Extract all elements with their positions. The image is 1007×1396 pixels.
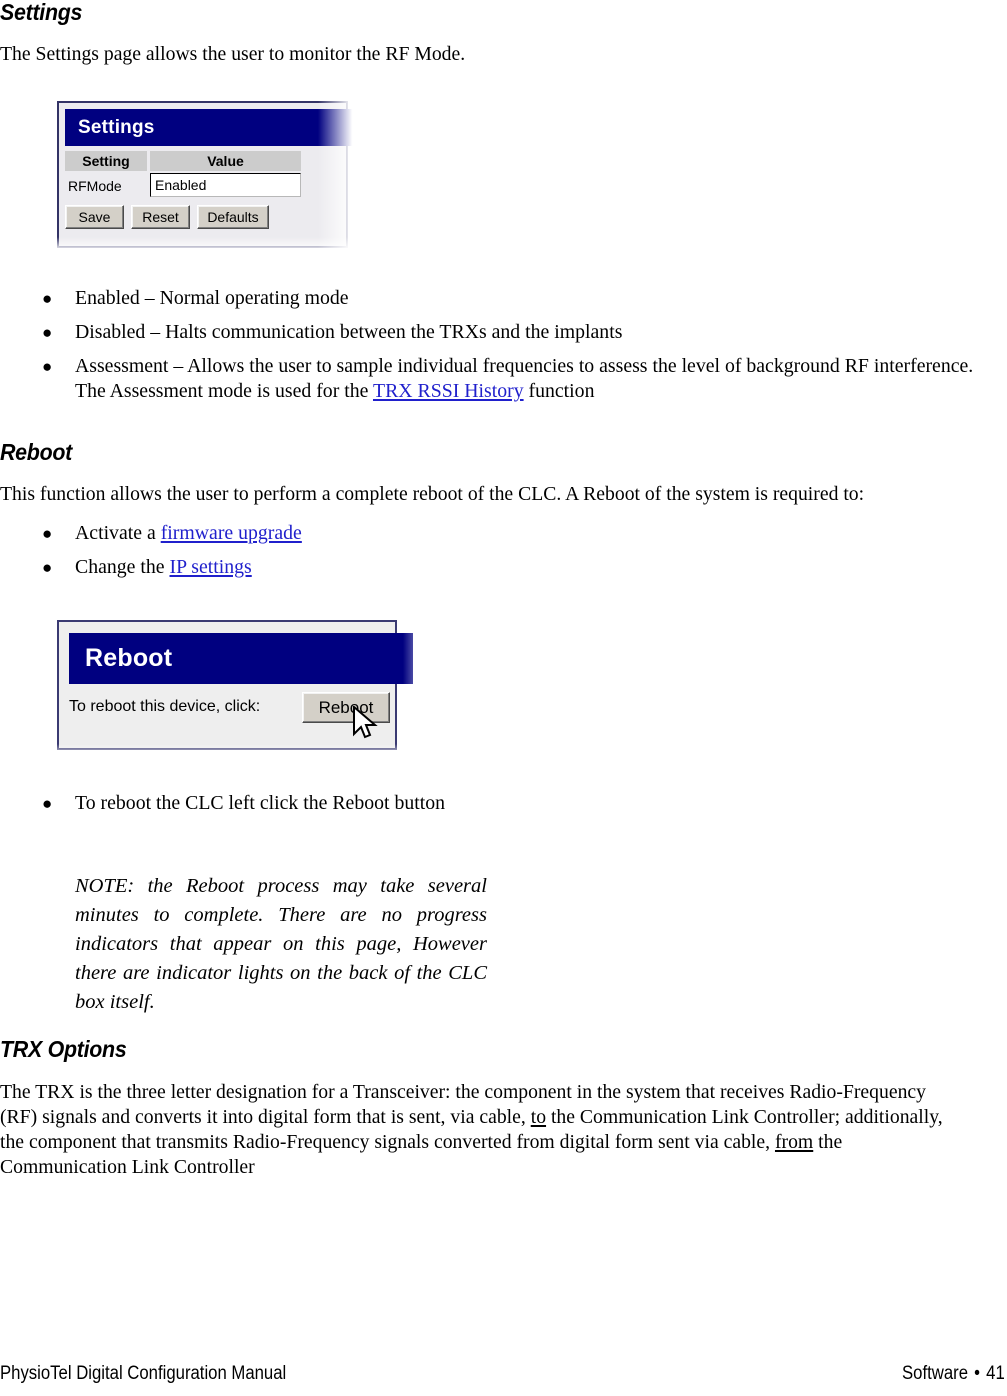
defaults-button[interactable]: Defaults [197,205,269,229]
list-item: ● Change the IP settings [0,555,1007,580]
section-settings: Settings The Settings page allows the us… [0,0,1007,67]
section-reboot: Reboot This function allows the user to … [0,439,1007,507]
trx-underline-to: to [530,1106,547,1129]
list-item-text: Disabled – Halts communication between t… [75,320,974,345]
settings-window-title: Settings [78,116,155,138]
bullet-icon: ● [42,794,53,813]
settings-row-label-rfmode: RFMode [68,177,122,194]
list-item-pre: Activate a [75,522,161,544]
footer-manual-title: PhysioTel Digital Configuration Manual [0,1363,287,1384]
bullet-icon: ● [42,323,53,342]
reboot-prompt-text: To reboot this device, click: [69,698,261,715]
link-firmware-upgrade[interactable]: firmware upgrade [161,522,302,544]
list-item: ● Enabled – Normal operating mode [0,286,1007,311]
footer-page-info: Software • 41 [902,1363,1005,1385]
list-item-text: Activate a firmware upgrade [75,521,974,546]
reboot-window-title: Reboot [85,644,173,672]
mouse-pointer-icon [353,706,378,739]
settings-bullet-list: ● Enabled – Normal operating mode ● Disa… [0,286,1007,413]
bullet-icon: ● [42,524,53,543]
bullet-icon: ● [42,357,53,376]
trx-options-paragraph: The TRX is the three letter designation … [0,1080,965,1180]
link-ip-settings[interactable]: IP settings [169,556,251,578]
heading-trx-options: TRX Options [0,1036,127,1062]
list-item-pre: Disabled – Halts communication between t… [75,321,623,343]
reboot-intro-text: This function allows the user to perform… [0,483,865,506]
list-item-pre: Change the [75,556,170,578]
heading-settings: Settings [0,0,83,25]
reboot-web-ui-screenshot: Reboot To reboot this device, click: Reb… [57,620,447,760]
reboot-note-block: NOTE: the Reboot process may take severa… [75,875,487,1013]
rfmode-input[interactable]: Enabled [150,173,301,197]
reboot-bullet-list: ● Activate a firmware upgrade ● Change t… [0,521,1007,589]
reboot-post-bullet-list: ● To reboot the CLC left click the Reboo… [0,791,1007,825]
settings-web-ui-screenshot: Settings Setting Value RFMode Enabled Sa… [57,101,362,253]
list-item-pre: To reboot the CLC left click the Reboot … [75,792,446,814]
list-item-text: Change the IP settings [75,555,974,580]
section-trx-options: TRX Options The TRX is the three letter … [0,1036,1007,1180]
reboot-window-titlebar: Reboot [69,633,413,684]
list-item: ● Activate a firmware upgrade [0,521,1007,546]
document-page: Settings The Settings page allows the us… [0,0,1007,1396]
footer-section-label: Software [902,1363,969,1384]
save-button[interactable]: Save [65,205,124,229]
list-item: ● Assessment – Allows the user to sample… [0,354,1007,404]
link-trx-rssi-history[interactable]: TRX RSSI History [373,380,524,402]
list-item-text: To reboot the CLC left click the Reboot … [75,791,974,816]
reset-button[interactable]: Reset [131,205,190,229]
list-item: ● Disabled – Halts communication between… [0,320,1007,345]
settings-column-header-setting: Setting [65,151,147,171]
footer-page-number: 41 [986,1363,1005,1384]
bullet-icon: ● [42,289,53,308]
list-item: ● To reboot the CLC left click the Reboo… [0,791,1007,816]
list-item-text: Enabled – Normal operating mode [75,286,974,311]
settings-column-header-value: Value [150,151,301,171]
page-footer: PhysioTel Digital Configuration Manual S… [0,1363,1007,1393]
list-item-text: Assessment – Allows the user to sample i… [75,354,974,404]
list-item-pre: Enabled – Normal operating mode [75,287,349,309]
list-item-post: function [523,380,595,402]
settings-window-titlebar: Settings [65,109,361,146]
settings-intro-text: The Settings page allows the user to mon… [0,43,466,66]
trx-underline-from: from [774,1131,814,1154]
footer-separator-icon: • [974,1363,981,1384]
heading-reboot: Reboot [0,439,73,465]
bullet-icon: ● [42,558,53,577]
